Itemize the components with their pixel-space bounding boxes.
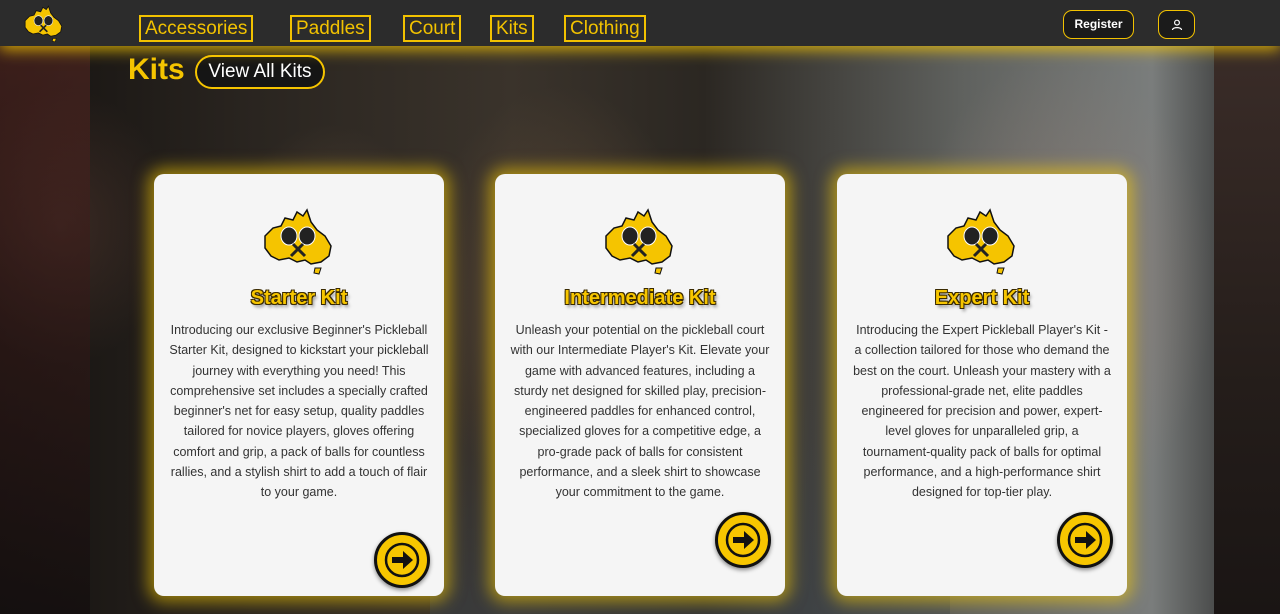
kit-title: Expert Kit — [934, 287, 1030, 309]
nav-accessories[interactable]: Accessories — [139, 15, 254, 42]
australia-pickleball-logo-icon — [947, 208, 1015, 275]
nav-paddles[interactable]: Paddles — [290, 15, 371, 42]
background-right-panel — [1214, 46, 1280, 614]
user-account-button[interactable] — [1158, 10, 1195, 39]
background-left-panel — [0, 46, 90, 614]
kit-description: Introducing the Expert Pickleball Player… — [853, 323, 1111, 500]
arrow-right-icon — [1067, 522, 1103, 558]
arrow-right-icon — [725, 522, 761, 558]
starter-kit-arrow-button[interactable] — [374, 532, 430, 588]
kit-card-expert: Expert Kit Introducing the Expert Pickle… — [837, 174, 1127, 596]
kit-card-starter: Starter Kit Introducing our exclusive Be… — [154, 174, 444, 596]
nav-court[interactable]: Court — [403, 15, 462, 42]
register-button[interactable]: Register — [1063, 10, 1134, 39]
australia-pickleball-logo-icon — [264, 208, 332, 275]
kit-description: Unleash your potential on the pickleball… — [510, 323, 770, 500]
arrow-right-icon — [384, 542, 420, 578]
australia-pickleball-logo-icon — [605, 208, 673, 275]
kit-title: Starter Kit — [250, 287, 348, 309]
section-title: Kits — [128, 53, 185, 86]
expert-kit-arrow-button[interactable] — [1057, 512, 1113, 568]
nav-clothing[interactable]: Clothing — [564, 15, 646, 42]
site-header: Accessories Paddles Court Kits Clothing … — [0, 0, 1280, 46]
user-icon — [1171, 19, 1182, 30]
australia-pickleball-logo-icon[interactable] — [18, 4, 70, 44]
kit-card-intermediate: Intermediate Kit Unleash your potential … — [495, 174, 785, 596]
nav-kits[interactable]: Kits — [490, 15, 534, 42]
kit-title: Intermediate Kit — [564, 287, 716, 309]
kit-description: Introducing our exclusive Beginner's Pic… — [169, 323, 429, 500]
intermediate-kit-arrow-button[interactable] — [715, 512, 771, 568]
view-all-kits-button[interactable]: View All Kits — [195, 55, 325, 89]
